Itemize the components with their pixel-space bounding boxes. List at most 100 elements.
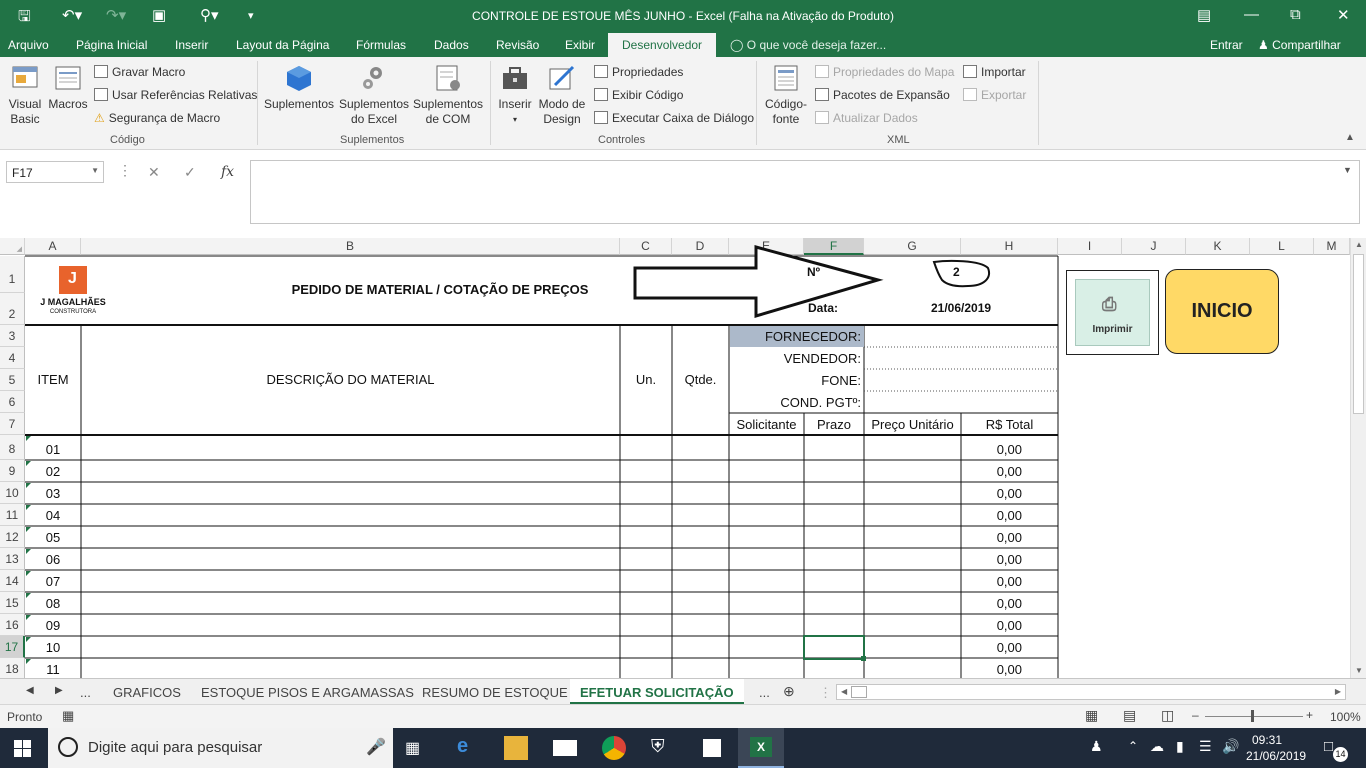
- tab-inserir[interactable]: Inserir: [175, 38, 208, 52]
- scroll-left-icon[interactable]: ◀: [841, 687, 847, 696]
- imprimir-button[interactable]: ⎙ Imprimir: [1066, 270, 1159, 355]
- column-header-j[interactable]: J: [1122, 238, 1186, 255]
- formula-input[interactable]: [250, 160, 1360, 224]
- pacotes-expansao-button[interactable]: Pacotes de Expansão: [815, 88, 950, 102]
- mail-icon[interactable]: [553, 740, 577, 756]
- horizontal-scrollbar[interactable]: ◀ ▶: [836, 684, 1346, 700]
- total-cell[interactable]: 0,00: [961, 662, 1022, 677]
- exportar-button[interactable]: Exportar: [963, 88, 1026, 102]
- row-header-8[interactable]: 8: [0, 435, 25, 460]
- total-cell[interactable]: 0,00: [961, 442, 1022, 457]
- sheet-tab-estoque-pisos[interactable]: ESTOQUE PISOS E ARGAMASSAS: [201, 685, 414, 700]
- row-header-15[interactable]: 15: [0, 592, 25, 614]
- sheet-tab-efetuar-solicitacao[interactable]: EFETUAR SOLICITAÇÃO: [570, 679, 744, 704]
- volume-icon[interactable]: 🔊: [1222, 738, 1239, 755]
- row-header-1[interactable]: 1: [0, 256, 25, 293]
- row-header-13[interactable]: 13: [0, 548, 25, 570]
- row-header-9[interactable]: 9: [0, 460, 25, 482]
- chevron-down-icon[interactable]: ▼: [91, 166, 99, 175]
- sign-in-link[interactable]: Entrar: [1210, 38, 1243, 52]
- collapse-formula-bar-icon[interactable]: ▼: [1343, 165, 1352, 175]
- scroll-down-icon[interactable]: ▼: [1355, 666, 1363, 675]
- row-header-16[interactable]: 16: [0, 614, 25, 636]
- tab-layout[interactable]: Layout da Página: [236, 38, 329, 52]
- tab-formulas[interactable]: Fórmulas: [356, 38, 406, 52]
- zoom-level[interactable]: 100%: [1330, 710, 1361, 724]
- zoom-slider-thumb[interactable]: [1251, 710, 1254, 722]
- modo-design-button[interactable]: Modo de Design: [536, 63, 588, 127]
- scroll-up-icon[interactable]: ▲: [1355, 240, 1363, 249]
- item-cell[interactable]: 09: [25, 618, 81, 633]
- drag-handle-icon[interactable]: ⋮: [118, 162, 132, 179]
- total-cell[interactable]: 0,00: [961, 530, 1022, 545]
- suplementos-excel-button[interactable]: Suplementos do Excel: [337, 63, 411, 127]
- total-cell[interactable]: 0,00: [961, 552, 1022, 567]
- tab-dados[interactable]: Dados: [434, 38, 469, 52]
- item-cell[interactable]: 04: [25, 508, 81, 523]
- total-cell[interactable]: 0,00: [961, 486, 1022, 501]
- clock-date[interactable]: 21/06/2019: [1246, 749, 1306, 763]
- item-cell[interactable]: 08: [25, 596, 81, 611]
- taskbar-search-box[interactable]: Digite aqui para pesquisar 🎤: [48, 728, 393, 768]
- store-icon[interactable]: [700, 736, 724, 760]
- share-button[interactable]: ♟ Compartilhar: [1258, 38, 1341, 52]
- next-sheet-icon[interactable]: ▶: [55, 685, 63, 696]
- add-sheet-icon[interactable]: ⊕: [783, 683, 795, 700]
- chevron-up-icon[interactable]: ⌃: [1128, 739, 1138, 753]
- propriedades-button[interactable]: Propriedades: [594, 65, 683, 79]
- minimize-icon[interactable]: —: [1244, 6, 1259, 23]
- edge-icon[interactable]: e: [457, 735, 468, 758]
- row-header-10[interactable]: 10: [0, 482, 25, 504]
- visual-basic-button[interactable]: Visual Basic: [4, 63, 46, 127]
- name-box[interactable]: F17 ▼: [6, 161, 104, 183]
- executar-caixa-button[interactable]: Executar Caixa de Diálogo: [594, 111, 754, 125]
- tab-arquivo[interactable]: Arquivo: [8, 38, 49, 52]
- item-cell[interactable]: 06: [25, 552, 81, 567]
- tell-me-box[interactable]: ◯ O que você deseja fazer...: [730, 38, 886, 52]
- excel-taskbar-button[interactable]: X: [738, 728, 784, 768]
- column-header-a[interactable]: A: [25, 238, 81, 255]
- gravar-macro-button[interactable]: Gravar Macro: [94, 65, 185, 79]
- wifi-icon[interactable]: ☰: [1199, 738, 1212, 755]
- exibir-codigo-button[interactable]: Exibir Código: [594, 88, 683, 102]
- suplementos-button[interactable]: Suplementos: [263, 63, 335, 112]
- battery-icon[interactable]: ▮: [1176, 738, 1184, 755]
- row-header-11[interactable]: 11: [0, 504, 25, 526]
- row-header-3[interactable]: 3: [0, 325, 25, 347]
- select-all-corner[interactable]: ◢: [0, 238, 25, 255]
- task-view-icon[interactable]: ▦: [405, 738, 420, 758]
- total-cell[interactable]: 0,00: [961, 596, 1022, 611]
- column-header-m[interactable]: M: [1314, 238, 1350, 255]
- ribbon-display-icon[interactable]: ▤: [1197, 6, 1211, 24]
- inicio-button[interactable]: INICIO: [1165, 269, 1279, 354]
- windows-start-icon[interactable]: [14, 740, 31, 757]
- total-cell[interactable]: 0,00: [961, 508, 1022, 523]
- column-header-b[interactable]: B: [81, 238, 620, 255]
- codigo-fonte-button[interactable]: Código-fonte: [760, 63, 812, 127]
- row-header-7[interactable]: 7: [0, 413, 25, 435]
- arrow-shape[interactable]: [632, 244, 884, 334]
- tab-pagina-inicial[interactable]: Página Inicial: [76, 38, 147, 52]
- prev-sheet-icon[interactable]: ◀: [26, 685, 34, 696]
- seguranca-macro-button[interactable]: ⚠ Segurança de Macro: [94, 111, 220, 125]
- zoom-out-icon[interactable]: –: [1192, 708, 1199, 722]
- scroll-right-icon[interactable]: ▶: [1335, 687, 1341, 696]
- row-header-17[interactable]: 17: [0, 636, 25, 658]
- macros-button[interactable]: Macros: [48, 63, 88, 112]
- total-cell[interactable]: 0,00: [961, 574, 1022, 589]
- vertical-scrollbar[interactable]: ▲ ▼: [1350, 238, 1366, 678]
- tab-revisao[interactable]: Revisão: [496, 38, 539, 52]
- item-cell[interactable]: 11: [25, 662, 81, 677]
- item-cell[interactable]: 03: [25, 486, 81, 501]
- insert-function-icon[interactable]: fx: [221, 164, 234, 180]
- drag-handle-icon[interactable]: ⋮: [819, 685, 832, 701]
- row-header-14[interactable]: 14: [0, 570, 25, 592]
- item-cell[interactable]: 05: [25, 530, 81, 545]
- tab-desenvolvedor[interactable]: Desenvolvedor: [608, 33, 717, 57]
- row-header-12[interactable]: 12: [0, 526, 25, 548]
- onedrive-icon[interactable]: ☁: [1150, 738, 1164, 755]
- suplementos-com-button[interactable]: Suplementos de COM: [411, 63, 485, 127]
- row-header-2[interactable]: 2: [0, 293, 25, 325]
- h-scroll-thumb[interactable]: [851, 686, 867, 698]
- importar-button[interactable]: Importar: [963, 65, 1026, 79]
